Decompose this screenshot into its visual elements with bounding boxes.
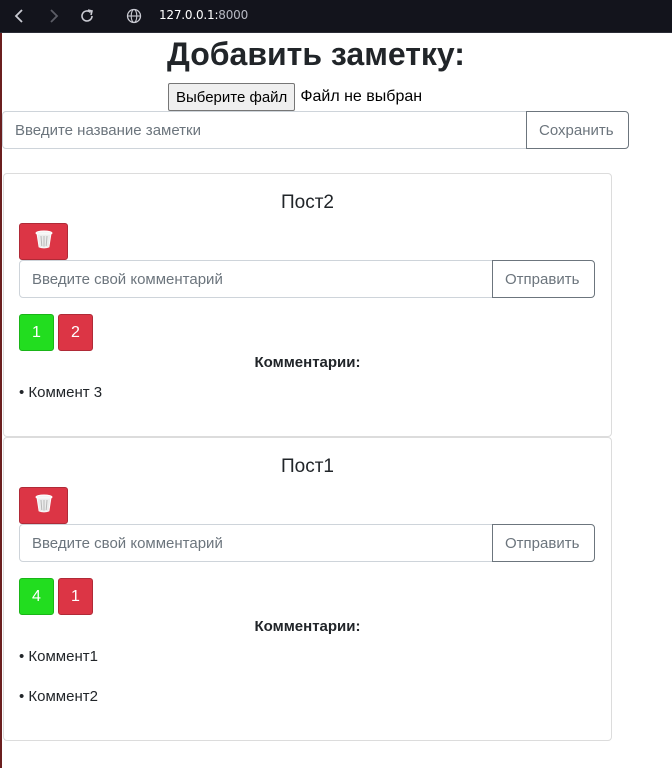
file-picker: Выберите файл Файл не выбран bbox=[168, 82, 422, 112]
url-host: 127.0.0.1: bbox=[159, 8, 219, 22]
post-title: Пост1 bbox=[281, 456, 334, 477]
post-title: Пост2 bbox=[281, 192, 334, 213]
post-card: Пост1 Введите свой комментарий Отправить… bbox=[3, 437, 612, 741]
comment-input[interactable]: Введите свой комментарий bbox=[19, 260, 493, 298]
forward-icon[interactable] bbox=[43, 6, 63, 26]
save-button[interactable]: Сохранить bbox=[526, 111, 629, 149]
comment-item: • Коммент 3 bbox=[19, 384, 103, 401]
note-title-input[interactable]: Введите название заметки bbox=[2, 111, 527, 149]
choose-file-button[interactable]: Выберите файл bbox=[168, 83, 296, 111]
send-comment-button[interactable]: Отправить bbox=[492, 524, 595, 562]
dislike-button[interactable]: 1 bbox=[58, 578, 93, 615]
globe-icon[interactable] bbox=[124, 6, 144, 26]
comment-item: • Коммент1 bbox=[19, 648, 98, 665]
comments-heading: Комментарии: bbox=[254, 618, 361, 635]
back-icon[interactable] bbox=[10, 6, 30, 26]
browser-toolbar: 127.0.0.1:8000 bbox=[0, 0, 672, 33]
trash-icon bbox=[33, 228, 55, 255]
trash-icon bbox=[33, 492, 55, 519]
address-bar[interactable]: 127.0.0.1:8000 bbox=[159, 8, 248, 22]
comments-heading: Комментарии: bbox=[254, 354, 361, 371]
delete-post-button[interactable] bbox=[19, 487, 68, 524]
comment-input[interactable]: Введите свой комментарий bbox=[19, 524, 493, 562]
dislike-button[interactable]: 2 bbox=[58, 314, 93, 351]
page-title: Добавить заметку: bbox=[167, 36, 465, 72]
reload-icon[interactable] bbox=[77, 6, 97, 26]
comment-form: Введите свой комментарий Отправить bbox=[19, 524, 595, 562]
comment-form: Введите свой комментарий Отправить bbox=[19, 260, 595, 298]
comment-item: • Коммент2 bbox=[19, 688, 98, 705]
file-status: Файл не выбран bbox=[300, 88, 423, 105]
note-form: Введите название заметки Сохранить bbox=[2, 111, 629, 149]
post-card: Пост2 Введите свой комментарий Отправить… bbox=[3, 173, 612, 437]
delete-post-button[interactable] bbox=[19, 223, 68, 260]
like-button[interactable]: 1 bbox=[19, 314, 54, 351]
like-button[interactable]: 4 bbox=[19, 578, 54, 615]
send-comment-button[interactable]: Отправить bbox=[492, 260, 595, 298]
url-port: 8000 bbox=[218, 8, 249, 22]
